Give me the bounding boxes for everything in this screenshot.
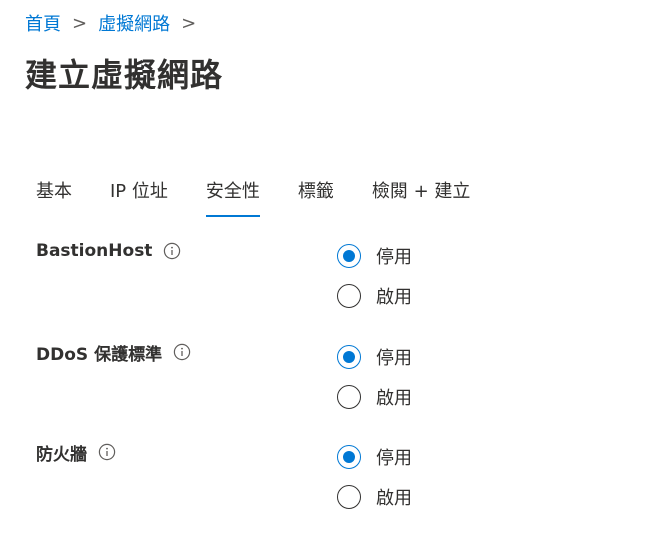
breadcrumb-home-link[interactable]: 首頁 <box>25 10 61 36</box>
radio-label: 啟用 <box>376 287 412 308</box>
radio-button-checked[interactable] <box>337 345 361 369</box>
radio-label: 啟用 <box>376 388 412 409</box>
setting-label: DDoS 保護標準 <box>36 344 163 365</box>
setting-label: BastionHost <box>36 241 153 261</box>
info-icon[interactable] <box>98 443 116 461</box>
tab-tags[interactable]: 標籤 <box>298 177 334 219</box>
radio-option-disable[interactable]: 停用 <box>337 337 412 377</box>
radio-option-enable[interactable]: 啟用 <box>337 276 412 316</box>
radio-option-enable[interactable]: 啟用 <box>337 477 412 517</box>
firewall-radio-group: 停用 啟用 <box>337 437 412 517</box>
setting-label-row: 防火牆 <box>36 437 116 467</box>
page-title: 建立虛擬網路 <box>25 56 224 94</box>
bastion-host-radio-group: 停用 啟用 <box>337 236 412 316</box>
tab-basics[interactable]: 基本 <box>36 177 72 219</box>
setting-ddos-protection: DDoS 保護標準 停用 啟用 <box>36 337 636 417</box>
breadcrumb-separator: > <box>72 12 88 34</box>
breadcrumb-virtual-network-link[interactable]: 虛擬網路 <box>98 10 170 36</box>
info-icon[interactable] <box>163 242 181 260</box>
radio-button-checked[interactable] <box>337 445 361 469</box>
setting-label-row: BastionHost <box>36 236 181 266</box>
setting-label-row: DDoS 保護標準 <box>36 337 191 367</box>
setting-label: 防火牆 <box>36 444 87 465</box>
tab-bar: 基本 IP 位址 安全性 標籤 檢閱 + 建立 <box>36 177 470 219</box>
radio-button[interactable] <box>337 485 361 509</box>
radio-option-enable[interactable]: 啟用 <box>337 377 412 417</box>
info-icon[interactable] <box>173 343 191 361</box>
tab-security[interactable]: 安全性 <box>205 177 260 219</box>
radio-label: 啟用 <box>376 488 412 509</box>
breadcrumb: 首頁 > 虛擬網路 > <box>25 10 207 36</box>
radio-button[interactable] <box>337 385 361 409</box>
radio-option-disable[interactable]: 停用 <box>337 437 412 477</box>
radio-option-disable[interactable]: 停用 <box>337 236 412 276</box>
setting-bastion-host: BastionHost 停用 啟用 <box>36 236 636 316</box>
radio-label: 停用 <box>376 348 412 369</box>
radio-button-checked[interactable] <box>337 244 361 268</box>
radio-label: 停用 <box>376 448 412 469</box>
radio-button[interactable] <box>337 284 361 308</box>
tab-ip-addresses[interactable]: IP 位址 <box>110 177 168 219</box>
tab-review-create[interactable]: 檢閱 + 建立 <box>372 177 471 219</box>
ddos-protection-radio-group: 停用 啟用 <box>337 337 412 417</box>
setting-firewall: 防火牆 停用 啟用 <box>36 437 636 517</box>
radio-label: 停用 <box>376 247 412 268</box>
breadcrumb-separator: > <box>181 12 197 34</box>
